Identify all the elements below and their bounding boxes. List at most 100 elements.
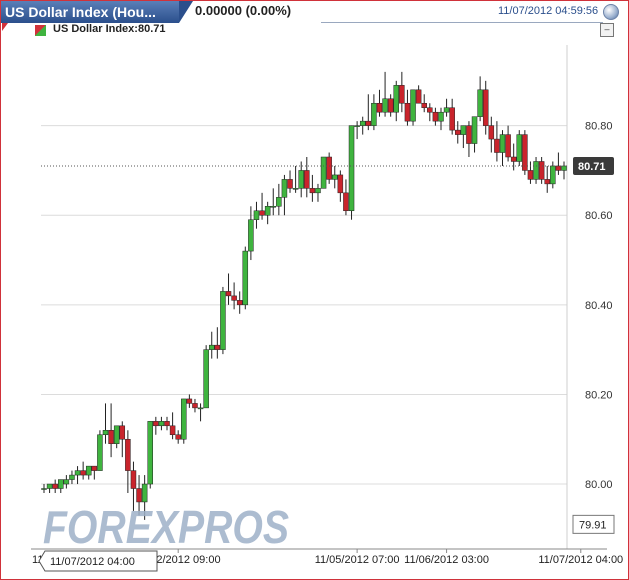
- candle-body: [225, 291, 232, 297]
- candle-body: [270, 206, 276, 208]
- candle-body: [527, 170, 534, 180]
- candle-body: [432, 111, 439, 122]
- candle-body: [555, 165, 562, 171]
- candle-body: [147, 421, 153, 485]
- candle-body: [52, 483, 58, 489]
- candle-body: [309, 188, 316, 194]
- y-axis: 80.00 80.20 80.40 80.60 80.80: [585, 121, 613, 491]
- candle-body: [220, 291, 226, 350]
- y-tick-label: 80.60: [585, 210, 613, 222]
- candle-body: [41, 488, 47, 490]
- candle-body: [393, 85, 400, 113]
- candle-body: [46, 483, 53, 489]
- cursor-time-badge: 11/07/2012 04:00: [38, 550, 158, 572]
- candle-body: [85, 465, 92, 476]
- candle-body: [242, 250, 249, 306]
- price-chart[interactable]: 80.00 80.20 80.40 80.60 80.80 80.71 79.91 FO…: [1, 1, 628, 579]
- candle-body: [125, 438, 131, 471]
- candle-body: [141, 483, 148, 503]
- candle-body: [281, 179, 288, 198]
- cursor-time-label: 11/07/2012 04:00: [50, 556, 135, 568]
- candle-body: [494, 138, 500, 153]
- candle-body: [203, 349, 209, 409]
- candle-body: [365, 120, 372, 126]
- candle-body: [304, 170, 310, 189]
- cursor-price-badge: 79.91: [572, 514, 615, 534]
- candle-body: [259, 210, 265, 216]
- x-tick-label: 11/06/2012 03:00: [404, 554, 489, 566]
- candle-body: [337, 174, 344, 194]
- candle-body: [97, 434, 103, 471]
- candle-body: [136, 488, 142, 503]
- candle-body: [404, 102, 411, 122]
- candle-body: [315, 188, 321, 194]
- candle-body: [477, 89, 483, 117]
- y-tick-label: 80.40: [585, 300, 613, 312]
- candle-body: [181, 398, 187, 440]
- candle-body: [91, 465, 98, 471]
- forexpros-watermark: FOREXPROS: [43, 501, 289, 553]
- candle-body: [354, 125, 360, 127]
- x-tick-label: 11/05/2012 07:00: [315, 554, 400, 566]
- candle-body: [287, 179, 293, 189]
- candle-body: [102, 430, 109, 436]
- last-price-badge: 80.71: [573, 156, 614, 175]
- candle-body: [421, 102, 427, 108]
- candle-body: [58, 479, 64, 489]
- y-tick-label: 80.00: [585, 479, 613, 491]
- y-tick-label: 80.80: [585, 121, 613, 133]
- chart-window: US Dollar Index (Hou... 0.00000 (0.00%) …: [0, 0, 629, 580]
- candle-body: [505, 134, 511, 158]
- candle-body: [499, 134, 506, 153]
- candle-body: [471, 116, 478, 144]
- candle-body: [348, 125, 355, 212]
- candle-body: [74, 470, 81, 476]
- candle-body: [108, 430, 114, 444]
- candle-body: [186, 398, 193, 404]
- candle-body: [292, 188, 299, 190]
- candle-body: [332, 174, 338, 180]
- candle-body: [214, 344, 221, 350]
- candle-body: [197, 407, 204, 410]
- candle-body: [298, 170, 304, 189]
- candle-body: [320, 156, 327, 189]
- candle-body: [130, 470, 137, 489]
- candle-body: [80, 470, 86, 476]
- candle-body: [449, 107, 455, 131]
- candle-body: [510, 156, 517, 162]
- candle-body: [410, 89, 416, 122]
- candle-body: [544, 179, 550, 185]
- candle-body: [326, 156, 332, 180]
- candle-body: [343, 192, 349, 212]
- candle-body: [276, 197, 282, 207]
- candle-body: [119, 425, 126, 440]
- candle-body: [482, 89, 489, 126]
- candle-body: [231, 295, 237, 301]
- y-tick-label: 80.20: [585, 389, 613, 401]
- candle-body: [376, 102, 383, 113]
- candle-body: [438, 111, 444, 122]
- candle-body: [175, 434, 181, 440]
- candle-body: [192, 403, 198, 409]
- candle-body: [248, 219, 254, 252]
- candle-body: [236, 300, 243, 306]
- last-price-label: 80.71: [578, 161, 606, 173]
- candle-body: [164, 421, 170, 427]
- candle-body: [371, 102, 377, 126]
- candle-body: [153, 421, 159, 427]
- candle-body: [169, 425, 176, 436]
- candle-body: [455, 129, 461, 135]
- candle-body: [63, 479, 70, 485]
- candle-body: [387, 98, 394, 113]
- candle-body: [415, 89, 422, 104]
- cursor-price-label: 79.91: [579, 519, 607, 531]
- x-tick-label: 11/07/2012 04:00: [538, 554, 623, 566]
- candle-body: [359, 120, 366, 126]
- candle-body: [399, 85, 405, 104]
- candle-body: [516, 134, 523, 162]
- candle-body: [253, 210, 260, 220]
- candle-body: [208, 344, 215, 350]
- candle-body: [113, 425, 120, 444]
- candle-body: [533, 161, 539, 180]
- candle-body: [382, 98, 388, 113]
